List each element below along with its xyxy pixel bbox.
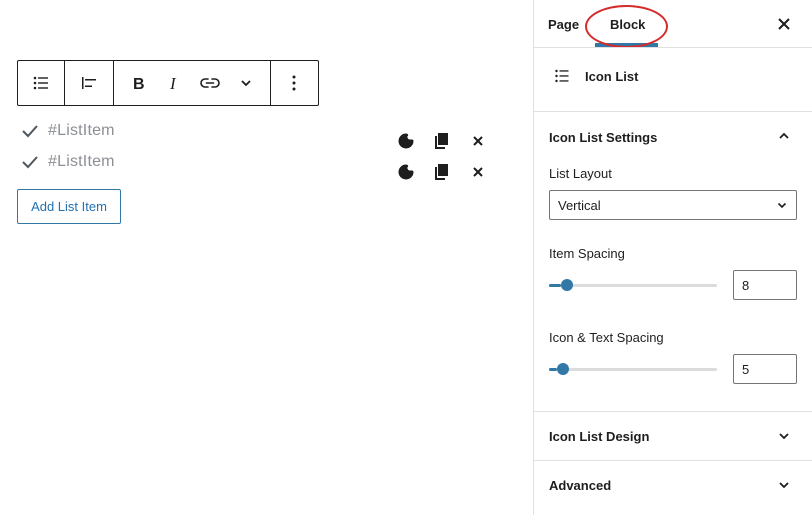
alignment-group [65,61,114,105]
slider-track [549,368,717,371]
list-item[interactable]: #ListItem [20,151,115,173]
list-item-text[interactable]: #ListItem [48,153,115,171]
icon-list-block-icon [554,68,570,84]
list-item-text[interactable]: #ListItem [48,122,115,140]
align-left-icon[interactable] [65,61,113,105]
slider-track [549,284,717,287]
list-item-actions [396,162,504,182]
checkmark-icon [20,121,40,141]
slider-thumb[interactable] [557,363,569,375]
icon-text-spacing-label: Icon & Text Spacing [549,330,664,345]
bold-icon[interactable]: B [120,61,156,105]
divider [533,111,812,112]
block-toolbar: B I [17,60,319,106]
annotation-circle [585,5,668,48]
divider [533,411,812,412]
chevron-down-icon [776,199,788,211]
list-icon[interactable] [18,61,64,105]
panel-title-advanced[interactable]: Advanced [549,478,611,493]
list-layout-select[interactable]: Vertical [549,190,797,220]
format-group: B I [114,61,271,105]
panel-title-design[interactable]: Icon List Design [549,429,649,444]
add-list-item-button[interactable]: Add List Item [17,189,121,224]
chevron-down-icon[interactable] [777,478,791,492]
icon-text-spacing-input[interactable]: 5 [733,354,797,384]
more-options-icon[interactable] [271,61,317,105]
item-spacing-slider[interactable] [549,279,717,291]
divider [533,47,812,48]
more-formats-chevron-down-icon[interactable] [228,61,264,105]
slider-fill [549,368,557,371]
svg-text:I: I [169,75,177,91]
duplicate-icon[interactable] [432,162,452,182]
block-name: Icon List [585,69,639,84]
list-layout-value: Vertical [558,197,601,213]
slider-thumb[interactable] [561,279,573,291]
item-spacing-input[interactable]: 8 [733,270,797,300]
link-icon[interactable] [192,61,228,105]
close-sidebar-icon[interactable] [777,17,791,31]
icon-text-spacing-slider[interactable] [549,363,717,375]
list-item-actions [396,131,504,151]
list-layout-label: List Layout [549,166,612,181]
close-icon[interactable] [468,162,488,182]
color-palette-icon[interactable] [396,162,416,182]
block-type-group [18,61,65,105]
checkmark-icon [20,152,40,172]
chevron-down-icon[interactable] [777,429,791,443]
list-item[interactable]: #ListItem [20,120,115,142]
tab-page[interactable]: Page [548,17,579,32]
slider-fill [549,284,561,287]
color-palette-icon[interactable] [396,131,416,151]
item-spacing-label: Item Spacing [549,246,625,261]
options-group [271,61,317,105]
chevron-up-icon[interactable] [777,129,791,143]
svg-text:B: B [133,76,145,91]
divider [533,460,812,461]
close-icon[interactable] [468,131,488,151]
panel-title-settings[interactable]: Icon List Settings [549,130,657,145]
duplicate-icon[interactable] [432,131,452,151]
italic-icon[interactable]: I [156,61,192,105]
